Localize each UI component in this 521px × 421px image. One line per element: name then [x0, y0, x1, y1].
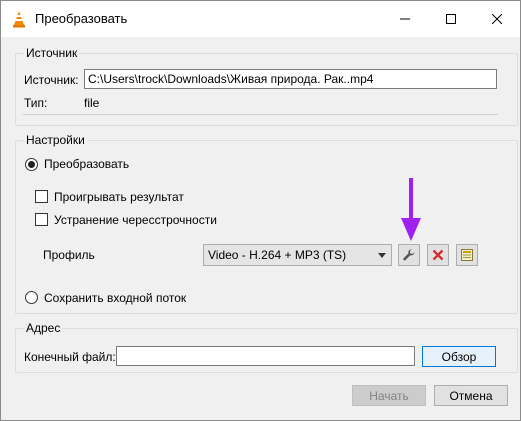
new-profile-button[interactable]: [456, 244, 478, 266]
delete-profile-button[interactable]: [427, 244, 449, 266]
browse-button[interactable]: Обзор: [422, 346, 496, 367]
new-profile-icon: [461, 249, 473, 261]
source-group-title: Источник: [24, 46, 80, 60]
cancel-button[interactable]: Отмена: [434, 385, 508, 406]
delete-x-icon: [432, 249, 444, 261]
destination-file-input[interactable]: [116, 346, 415, 366]
profile-selected-value: Video - H.264 + MP3 (TS): [208, 248, 347, 262]
deinterlace-checkbox[interactable]: [35, 213, 48, 226]
type-label: Тип:: [24, 96, 48, 110]
settings-group-title: Настройки: [24, 133, 87, 147]
wrench-icon: [403, 249, 415, 261]
type-value: file: [84, 96, 100, 110]
close-icon: [492, 14, 502, 24]
profile-label: Профиль: [43, 248, 95, 262]
minimize-icon: [400, 18, 410, 20]
destination-label: Конечный файл:: [24, 350, 116, 364]
address-group-title: Адрес: [24, 321, 63, 335]
deinterlace-label[interactable]: Устранение чересстрочности: [54, 213, 217, 227]
edit-profile-button[interactable]: [398, 244, 420, 266]
convert-radio[interactable]: [25, 158, 38, 171]
close-button[interactable]: [474, 1, 520, 37]
radio-selected-dot: [28, 161, 35, 168]
source-label: Источник:: [24, 73, 79, 87]
minimize-button[interactable]: [382, 1, 428, 37]
maximize-icon: [446, 14, 456, 24]
title-bar: Преобразовать: [1, 1, 520, 37]
play-result-checkbox[interactable]: [35, 190, 48, 203]
profile-dropdown[interactable]: Video - H.264 + MP3 (TS): [203, 244, 392, 266]
play-result-label[interactable]: Проигрывать результат: [54, 190, 184, 204]
annotation-arrow-icon: [401, 178, 421, 241]
start-button[interactable]: Начать: [352, 385, 426, 406]
save-raw-label[interactable]: Сохранить входной поток: [44, 291, 186, 305]
source-group: Источник: [15, 46, 518, 126]
convert-radio-label[interactable]: Преобразовать: [44, 157, 129, 171]
save-raw-radio[interactable]: [25, 291, 38, 304]
vlc-cone-icon: [13, 11, 25, 28]
window-title: Преобразовать: [35, 11, 128, 26]
convert-dialog: Преобразовать Источник Источник: C:\User…: [0, 0, 521, 421]
chevron-down-icon: [378, 253, 386, 258]
maximize-button[interactable]: [428, 1, 474, 37]
source-path-field[interactable]: C:\Users\trock\Downloads\Живая природа. …: [84, 69, 497, 89]
source-separator: [23, 114, 498, 115]
